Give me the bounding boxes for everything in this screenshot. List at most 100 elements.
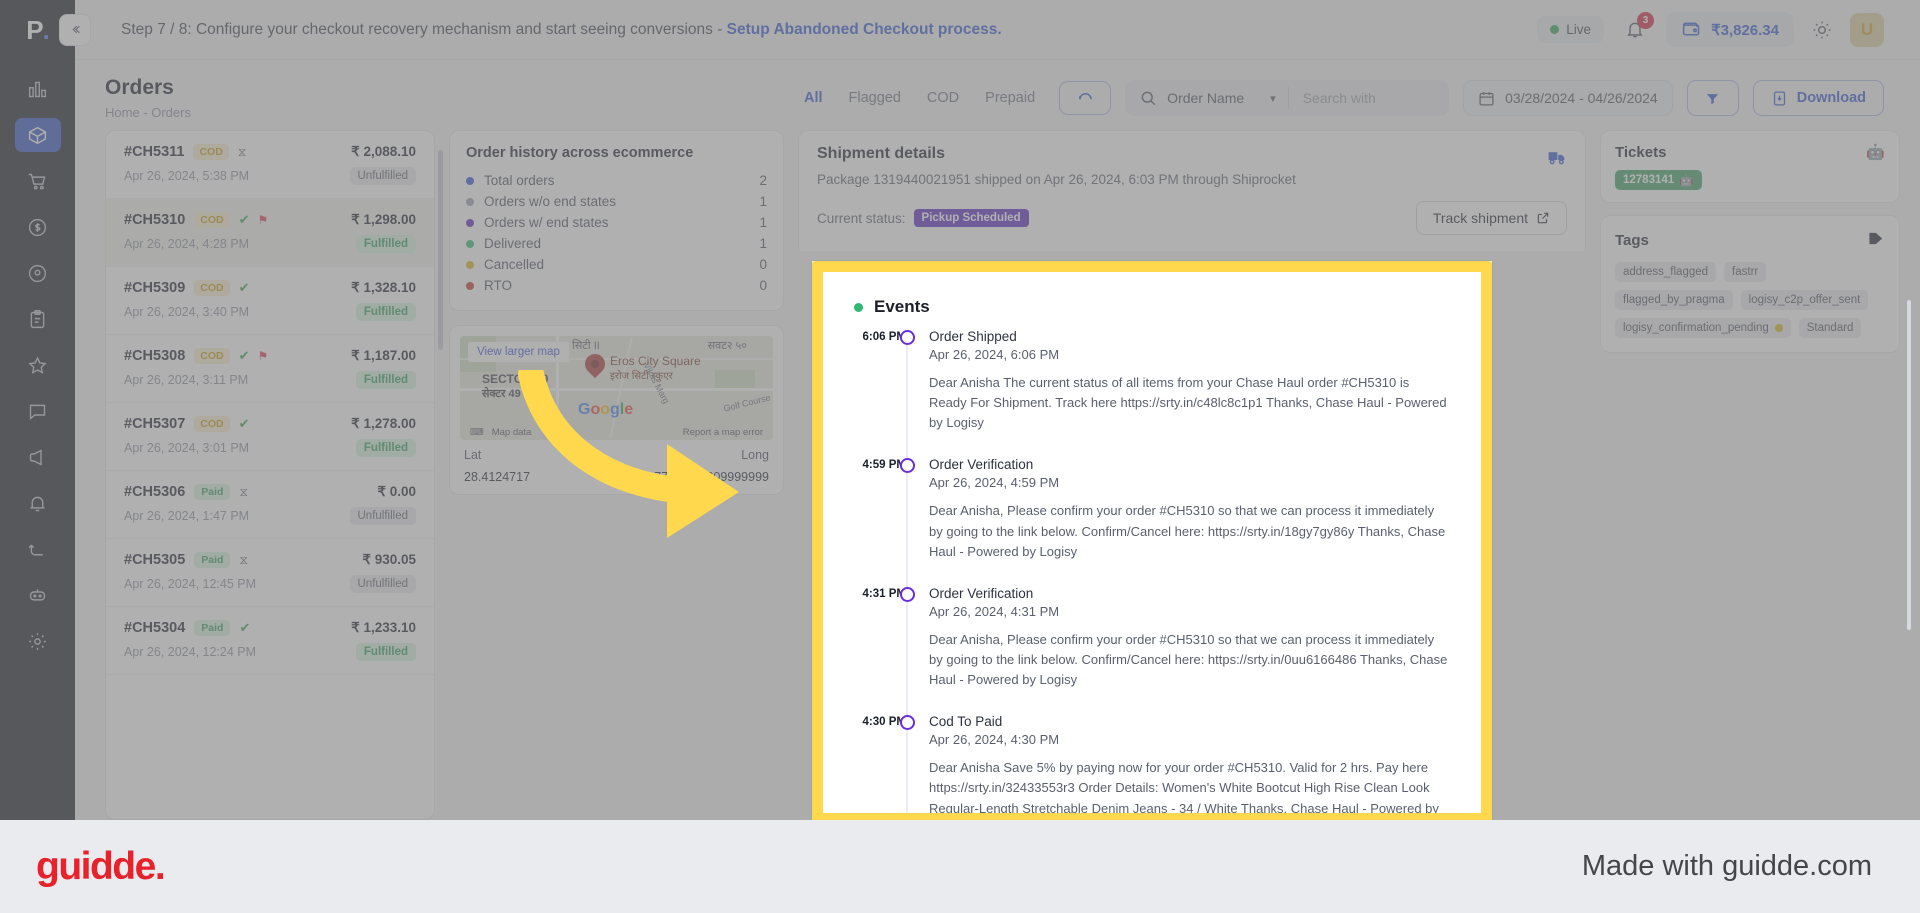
alarm-icon[interactable] [15,486,61,520]
clipboard-icon[interactable] [15,302,61,336]
orders-toolbar: Orders Home - Orders All Flagged COD Pre… [75,60,1920,130]
event-message: Dear Anisha Save 5% by paying now for yo… [929,760,1439,813]
robot-icon: 🤖 [1679,175,1694,187]
search-field-select[interactable]: Order Name [1167,90,1244,106]
view-larger-map-link[interactable]: View larger map [468,342,569,362]
long-value: 77.05537609999999 [654,470,769,484]
refresh-icon [1078,92,1092,99]
tag-chip[interactable]: logisy_c2p_offer_sent [1740,290,1869,310]
tag-chip[interactable]: flagged_by_pragma [1615,290,1733,310]
order-date: Apr 26, 2024, 3:11 PM [124,373,249,387]
abandoned-cart-icon[interactable] [15,164,61,198]
star-icon[interactable] [15,348,61,382]
order-row[interactable]: #CH5305 Paid ⧖ ₹ 930.05 Apr 26, 2024, 12:45 … [106,539,434,607]
map-pin-icon [580,349,610,379]
track-shipment-button[interactable]: Track shipment [1415,201,1567,235]
payments-icon[interactable] [15,210,61,244]
event-body: Order Verification Apr 26, 2024, 4:31 PM D… [929,586,1448,690]
payment-badge: Paid [194,484,231,500]
tab-all[interactable]: All [804,90,823,106]
refresh-button[interactable] [1059,81,1112,115]
orders-scrollbar[interactable] [438,150,443,350]
right-panel-scrollbar[interactable] [1907,300,1911,630]
order-amount: ₹ 1,187.00 [351,348,416,363]
tab-flagged[interactable]: Flagged [849,90,901,106]
calendar-icon [1479,91,1494,106]
fulfillment-status: Fulfilled [355,643,416,661]
fulfillment-status: Fulfilled [355,303,416,321]
order-row[interactable]: #CH5311 COD ⧖ ₹ 2,088.10 Apr 26, 2024, 5:38 … [106,131,434,199]
track-shipment-label: Track shipment [1432,210,1528,226]
megaphone-icon[interactable] [15,440,61,474]
guidde-logo: guidde. [36,844,166,888]
verified-check-icon: ✔ [239,620,251,635]
filter-button[interactable] [1686,80,1739,116]
order-row-bottom: Apr 26, 2024, 3:01 PM Fulfilled [124,439,416,457]
wallet-balance-button[interactable]: ₹3,826.34 [1666,12,1794,47]
orders-list[interactable]: #CH5311 COD ⧖ ₹ 2,088.10 Apr 26, 2024, 5:38 … [105,130,435,820]
hourglass-icon: ⧖ [239,552,248,567]
search-input[interactable]: Search with [1289,90,1376,106]
order-row[interactable]: #CH5309 COD ✔ ₹ 1,328.10 Apr 26, 2024, 3:40 … [106,267,434,335]
location-map[interactable]: View larger map सिटी II सवट२ ५० Eros Cit… [460,336,773,440]
toolbar-controls: All Flagged COD Prepaid Order Name ▾ Sea… [804,80,1884,116]
order-row[interactable]: #CH5308 COD ✔ ⚑ ₹ 1,187.00 Apr 26, 2024, 3:11… [106,335,434,403]
setup-abandoned-checkout-link[interactable]: Setup Abandoned Checkout process. [727,21,1002,38]
order-row[interactable]: #CH5310 COD ✔ ⚑ ₹ 1,298.00 Apr 26, 2024, 4:28… [106,199,434,267]
shipment-details-panel: Shipment details Package 1319440021951 s… [798,130,1586,251]
order-row-bottom: Apr 26, 2024, 12:45 PM Unfulfilled [124,575,416,593]
order-row-top: #CH5308 COD ✔ ⚑ ₹ 1,187.00 [124,348,416,364]
date-range-picker[interactable]: 03/28/2024 - 04/26/2024 [1463,80,1673,116]
tag-chip[interactable]: logisy_confirmation_pending [1615,318,1791,338]
bot-icon[interactable] [15,578,61,612]
lat-label: Lat [464,448,482,462]
location-icon[interactable] [15,256,61,290]
collapse-sidebar-button[interactable] [59,13,91,46]
tag-chip[interactable]: address_flagged [1615,262,1717,282]
middle-column: Order history across ecommerce Total ord… [449,130,784,820]
order-date: Apr 26, 2024, 4:28 PM [124,237,250,251]
order-amount: ₹ 1,298.00 [351,212,416,227]
orders-box-icon[interactable] [14,118,61,152]
user-avatar[interactable]: U [1850,12,1884,47]
order-row[interactable]: #CH5306 Paid ⧖ ₹ 0.00 Apr 26, 2024, 1:47 PM U… [106,471,434,539]
tags-panel: Tags address_flagged fastrr flagged_by_pra… [1600,215,1900,353]
event-name: Order Shipped [929,329,1017,344]
tickets-title: Tickets [1615,143,1667,161]
map-data-label: Map data [491,427,532,438]
event-item: 4:59 PM Order Verification Apr 26, 2024, 4… [854,457,1448,561]
current-status-label: Current status: [817,210,906,226]
theme-toggle-button[interactable] [1812,20,1832,40]
notifications-button[interactable]: 3 [1622,11,1655,45]
notification-count-badge: 3 [1637,11,1655,29]
fulfillment-status: Unfulfilled [349,507,416,525]
report-map-error-link[interactable]: Report a map error [683,427,763,438]
tag-chip[interactable]: fastrr [1724,262,1767,282]
chevron-down-icon[interactable]: ▾ [1270,92,1276,105]
order-row-top: #CH5309 COD ✔ ₹ 1,328.10 [124,280,416,296]
download-button[interactable]: Download [1752,80,1884,116]
return-icon[interactable] [15,532,61,566]
ticket-badge[interactable]: 12783141 🤖 [1615,170,1702,190]
tickets-panel: Tickets 🤖 12783141 🤖 [1600,130,1900,203]
order-row[interactable]: #CH5307 COD ✔ ₹ 1,278.00 Apr 26, 2024, 3:01 … [106,403,434,471]
event-item: 6:06 PM Order Shipped Apr 26, 2024, 6:06 P… [854,329,1448,433]
long-label: Long [741,448,769,462]
settings-gear-icon[interactable] [15,624,61,658]
tab-prepaid[interactable]: Prepaid [985,90,1035,106]
tag-chip[interactable]: Standard [1798,318,1862,338]
analytics-icon[interactable] [15,72,61,106]
order-row[interactable]: #CH5304 Paid ✔ ₹ 1,233.10 Apr 26, 2024, 12:2… [106,607,434,675]
tag-icon[interactable] [1868,230,1885,251]
live-status-badge[interactable]: Live [1537,16,1605,43]
history-value: 1 [759,194,767,209]
event-time: 4:31 PM [862,587,906,600]
payment-badge: COD [194,416,230,432]
order-id: #CH5307 [124,416,186,432]
chat-icon[interactable] [15,394,61,428]
tab-cod[interactable]: COD [927,90,959,106]
order-row-top: #CH5304 Paid ✔ ₹ 1,233.10 [124,620,416,636]
order-date: Apr 26, 2024, 12:45 PM [124,577,257,591]
download-label: Download [1796,90,1866,106]
coordinates-values: 28.4124717 77.05537609999999 [460,462,773,484]
